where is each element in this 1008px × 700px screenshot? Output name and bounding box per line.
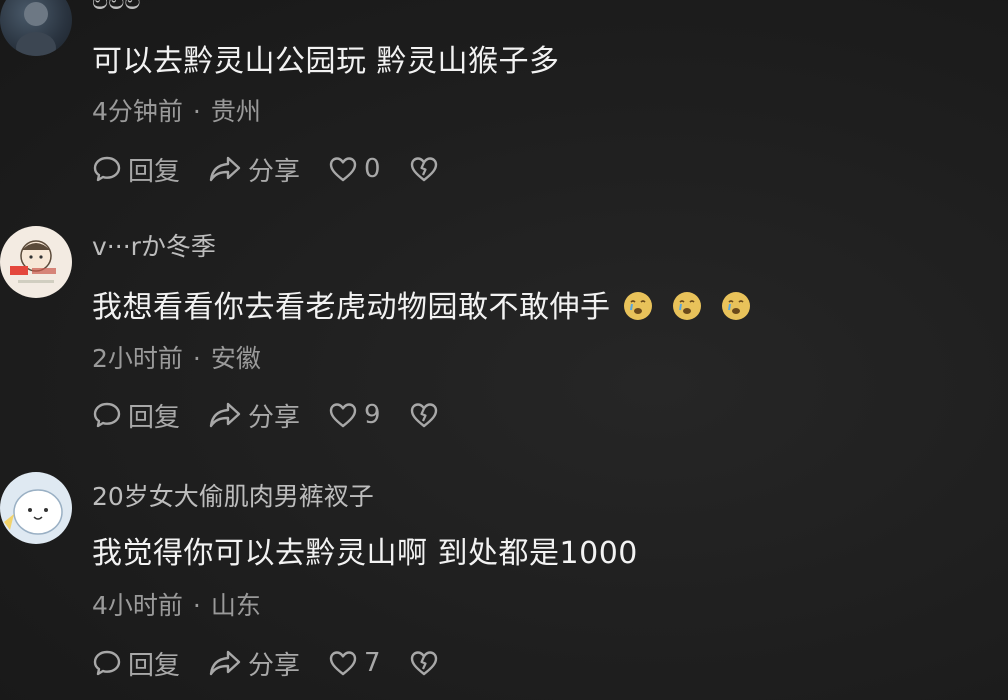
reply-label: 回复	[128, 402, 181, 433]
comment-location: 山东	[210, 591, 261, 620]
share-button[interactable]: 分享	[208, 151, 300, 188]
comment-actions: 回复 分享 7	[92, 645, 467, 681]
comment-time: 4分钟前	[92, 97, 183, 126]
share-button[interactable]: 分享	[208, 397, 300, 434]
like-button[interactable]: 0	[328, 154, 381, 184]
crying-face-emoji	[721, 292, 750, 320]
avatar-image	[16, 2, 56, 56]
share-icon	[209, 402, 241, 428]
reply-label: 回复	[128, 156, 181, 187]
comment-meta: 4分钟前 · 贵州	[92, 92, 261, 128]
heart-icon	[329, 403, 357, 428]
reply-icon	[93, 402, 121, 428]
share-label: 分享	[248, 402, 301, 433]
like-count: 7	[364, 648, 381, 678]
reply-icon	[93, 156, 121, 182]
comment-text: 可以去黔灵山公园玩 黔灵山猴子多	[92, 44, 560, 79]
like-button[interactable]: 7	[328, 648, 381, 678]
meta-separator: ·	[192, 344, 201, 373]
comment-location: 安徽	[210, 344, 261, 373]
comment-text: 我想看看你去看老虎动物园敢不敢伸手	[92, 282, 751, 326]
reply-label: 回复	[128, 650, 181, 681]
comment-location: 贵州	[210, 97, 261, 126]
comment-actions: 回复 分享 0	[92, 151, 467, 187]
avatar-image	[10, 240, 56, 283]
reply-button[interactable]: 回复	[92, 151, 180, 188]
share-icon	[209, 156, 241, 182]
comment-meta: 4小时前 · 山东	[92, 586, 261, 622]
crying-face-emoji	[672, 292, 701, 320]
share-label: 分享	[248, 156, 301, 187]
comment-meta: 2小时前 · 安徽	[92, 339, 261, 375]
reply-button[interactable]: 回复	[92, 397, 180, 434]
reply-button[interactable]: 回复	[92, 645, 180, 682]
comment-username[interactable]: ಲಲಲ	[92, 0, 141, 16]
broken-heart-icon	[410, 651, 437, 676]
avatar[interactable]	[0, 472, 72, 544]
broken-heart-icon	[410, 403, 437, 428]
avatar-image	[4, 489, 63, 535]
comment-text: 我觉得你可以去黔灵山啊 到处都是1000	[92, 536, 638, 571]
share-button[interactable]: 分享	[208, 645, 300, 682]
avatar[interactable]	[0, 0, 72, 56]
like-button[interactable]: 9	[328, 400, 381, 430]
dislike-button[interactable]	[409, 154, 439, 184]
comment-time: 4小时前	[92, 591, 183, 620]
heart-icon	[329, 651, 357, 676]
comment-username[interactable]: 20岁女大偷肌肉男裤衩子	[92, 477, 374, 513]
like-count: 9	[364, 400, 381, 430]
comment-actions: 回复 分享 9	[92, 397, 467, 433]
comment-username[interactable]: v···rか冬季	[92, 227, 216, 263]
reply-icon	[93, 650, 121, 676]
meta-separator: ·	[192, 591, 201, 620]
comment-text-content: 我想看看你去看老虎动物园敢不敢伸手	[92, 290, 611, 325]
avatar[interactable]	[0, 226, 72, 298]
crying-face-emoji	[623, 292, 652, 320]
dislike-button[interactable]	[409, 400, 439, 430]
comment-time: 2小时前	[92, 344, 183, 373]
meta-separator: ·	[192, 97, 201, 126]
broken-heart-icon	[410, 157, 437, 182]
like-count: 0	[364, 154, 381, 184]
heart-icon	[329, 157, 357, 182]
share-icon	[209, 650, 241, 676]
share-label: 分享	[248, 650, 301, 681]
dislike-button[interactable]	[409, 648, 439, 678]
comment-list: ಲಲಲ 可以去黔灵山公园玩 黔灵山猴子多 4分钟前 · 贵州 回复 分享 0 v…	[0, 0, 1008, 700]
